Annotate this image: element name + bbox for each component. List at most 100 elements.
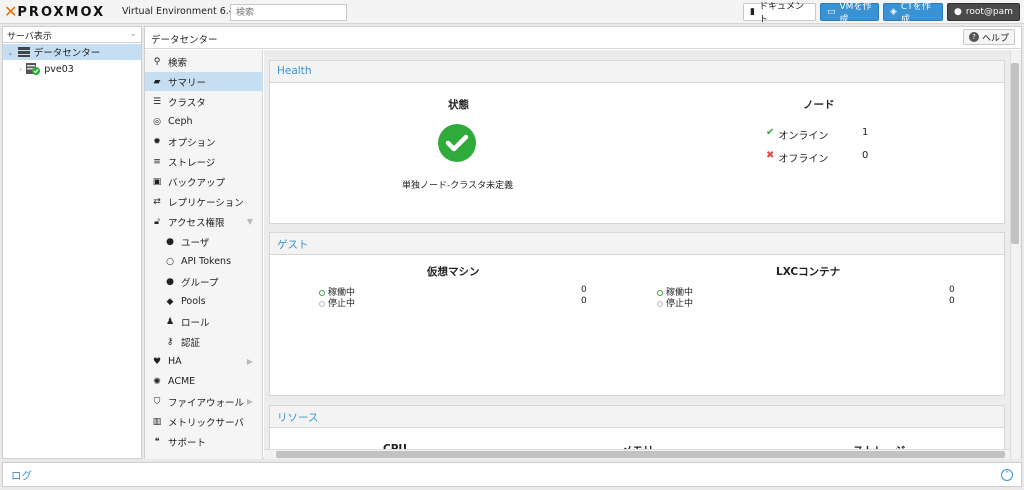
help-button[interactable]: ? ヘルプ [962, 29, 1015, 45]
vm-stopped-count: 0 [581, 296, 587, 306]
floppy-icon: ▣ [152, 176, 162, 187]
datacenter-icon [17, 47, 30, 57]
menu-item-label: サマリー [168, 77, 207, 89]
menu-item-label: ユーザ [181, 237, 210, 249]
chevron-down-icon: ⌄ [129, 29, 137, 39]
create-ct-label: CTを作成 [900, 2, 931, 25]
menu-item-api-tokens[interactable]: ○ API Tokens [145, 252, 263, 271]
menu-item-metric-server[interactable]: ▥ メトリックサーバ [145, 412, 263, 431]
tree-item-datacenter[interactable]: ⌄ データセンター [3, 44, 141, 60]
menu-item-realms[interactable]: ⚷ 認証 [145, 332, 263, 351]
log-title: ログ [11, 470, 32, 482]
menu-item-storage[interactable]: ≡ ストレージ [145, 152, 263, 171]
summary-area: Health 状態 単独ノード-クラスタ未定義 ノード ✔ オンライン 1 ✖ … [264, 50, 1021, 459]
users-icon: ● [166, 276, 174, 287]
menu-item-label: メトリックサーバ [168, 417, 244, 429]
online-row: ✔ オンライン [766, 127, 828, 142]
menu-item-label: ストレージ [168, 157, 216, 169]
ceph-icon: ◎ [153, 116, 161, 127]
proxmox-logo[interactable]: ✕ PROXMOX [4, 4, 105, 20]
vm-heading: 仮想マシン [427, 266, 480, 278]
retweet-icon: ⇄ [153, 196, 161, 207]
menu-item-label: ファイアウォール [168, 397, 245, 409]
menu-item-pools[interactable]: ◆ Pools [145, 292, 263, 311]
tree-item-label: pve03 [44, 63, 74, 75]
menu-item-cluster[interactable]: ☰ クラスタ [145, 92, 263, 111]
menu-item-users[interactable]: ● ユーザ [145, 232, 263, 251]
create-vm-button[interactable]: ▭ VMを作成 [820, 2, 879, 25]
close-icon: ✖ [766, 150, 775, 161]
horizontal-scroll-thumb[interactable] [276, 451, 1005, 458]
key-icon: ⚷ [166, 336, 174, 347]
book-icon: ▰ [153, 76, 161, 87]
menu-item-summary[interactable]: ▰ サマリー [145, 72, 263, 91]
breadcrumb: データセンター ? ヘルプ [145, 27, 1021, 49]
resource-tree: サーバ表示 ⌄ ⌄ データセンター › pve03 [2, 26, 142, 459]
offline-row: ✖ オフライン [766, 150, 828, 165]
database-icon: ≡ [153, 156, 161, 167]
menu-item-backup[interactable]: ▣ バックアップ [145, 172, 263, 191]
search-input[interactable] [230, 4, 347, 21]
desktop-icon: ▭ [827, 7, 836, 17]
check-circle-icon [438, 124, 476, 162]
create-vm-label: VMを作成 [839, 2, 872, 25]
menu-item-roles[interactable]: ♟ ロール [145, 312, 263, 331]
lxc-heading: LXCコンテナ [776, 266, 841, 278]
menu-item-label: Pools [181, 296, 206, 307]
offline-label: オフライン [778, 154, 829, 165]
panel-title: Health [270, 61, 1004, 83]
menu-item-label: サポート [168, 437, 207, 449]
log-panel[interactable]: ログ ⌃ [2, 462, 1022, 487]
menu-item-label: 検索 [168, 57, 188, 69]
documentation-button[interactable]: ▮ ドキュメント [743, 2, 816, 25]
expand-icon[interactable]: › [19, 65, 22, 74]
user-label: root@pam [965, 7, 1013, 17]
menu-item-label: ロール [181, 317, 210, 329]
unlock-icon: 🔓︎ [154, 216, 160, 227]
menu-item-replication[interactable]: ⇄ レプリケーション [145, 192, 263, 211]
vertical-scroll-thumb[interactable] [1011, 63, 1019, 244]
menu-item-ha[interactable]: ♥ HA ▶ [145, 352, 263, 371]
menu-item-firewall[interactable]: ⛉ ファイアウォール ▶ [145, 392, 263, 411]
create-ct-button[interactable]: ◈ CTを作成 [883, 2, 943, 25]
user-icon: ● [166, 236, 174, 247]
panel-title: リソース [270, 406, 1004, 428]
lxc-running-count: 0 [949, 285, 955, 295]
menu-item-support[interactable]: ❝ サポート [145, 432, 263, 451]
menu-item-groups[interactable]: ● グループ [145, 272, 263, 291]
chevron-right-icon: ▶ [246, 357, 253, 366]
content-panel: データセンター ? ヘルプ ⚲ 検索 ▰ サマリー ☰ クラスタ ◎ Ceph ✹ オプシ… [144, 26, 1022, 459]
menu-item-label: グループ [181, 277, 219, 289]
user-icon: ● [954, 7, 962, 17]
male-icon: ♟ [165, 316, 175, 327]
top-bar: ✕PROXMOX Virtual Environment 6.4-4 ▮ ドキュ… [0, 0, 1024, 25]
nodes-heading: ノード [803, 99, 835, 111]
menu-item-search[interactable]: ⚲ 検索 [145, 52, 263, 71]
menu-item-label: クラスタ [168, 97, 206, 109]
view-selector[interactable]: サーバ表示 ⌄ [3, 27, 141, 43]
user-menu-button[interactable]: ● root@pam ⌄ [947, 3, 1024, 21]
menu-item-label: API Tokens [181, 256, 232, 267]
tree-item-node[interactable]: › pve03 [3, 61, 141, 77]
panel-title: ゲスト [270, 233, 1004, 255]
stopped-icon [319, 301, 325, 307]
tree-item-label: データセンター [33, 48, 101, 59]
status-heading: 状態 [448, 99, 469, 111]
menu-item-acme[interactable]: ✺ ACME [145, 372, 263, 391]
online-label: オンライン [778, 131, 829, 142]
lxc-stopped-count: 0 [949, 296, 955, 306]
chevron-down-icon: ▼ [246, 217, 253, 226]
certificate-icon: ✺ [153, 376, 161, 387]
menu-item-label: レプリケーション [168, 197, 244, 209]
menu-item-permissions[interactable]: 🔓︎ アクセス権限 ▼ [145, 212, 263, 231]
expand-icon[interactable]: ⌄ [7, 48, 14, 57]
cube-icon: ◈ [890, 7, 897, 17]
menu-item-options[interactable]: ✹ オプション [145, 132, 263, 151]
server-icon: ☰ [152, 96, 162, 107]
menu-item-label: ACME [168, 376, 196, 387]
heartbeat-icon: ♥ [152, 356, 162, 367]
bar-chart-icon: ▥ [152, 416, 162, 427]
menu-item-ceph[interactable]: ◎ Ceph [145, 112, 263, 131]
question-circle-icon: ? [968, 32, 979, 42]
expand-icon[interactable]: ⌃ [1001, 469, 1013, 481]
